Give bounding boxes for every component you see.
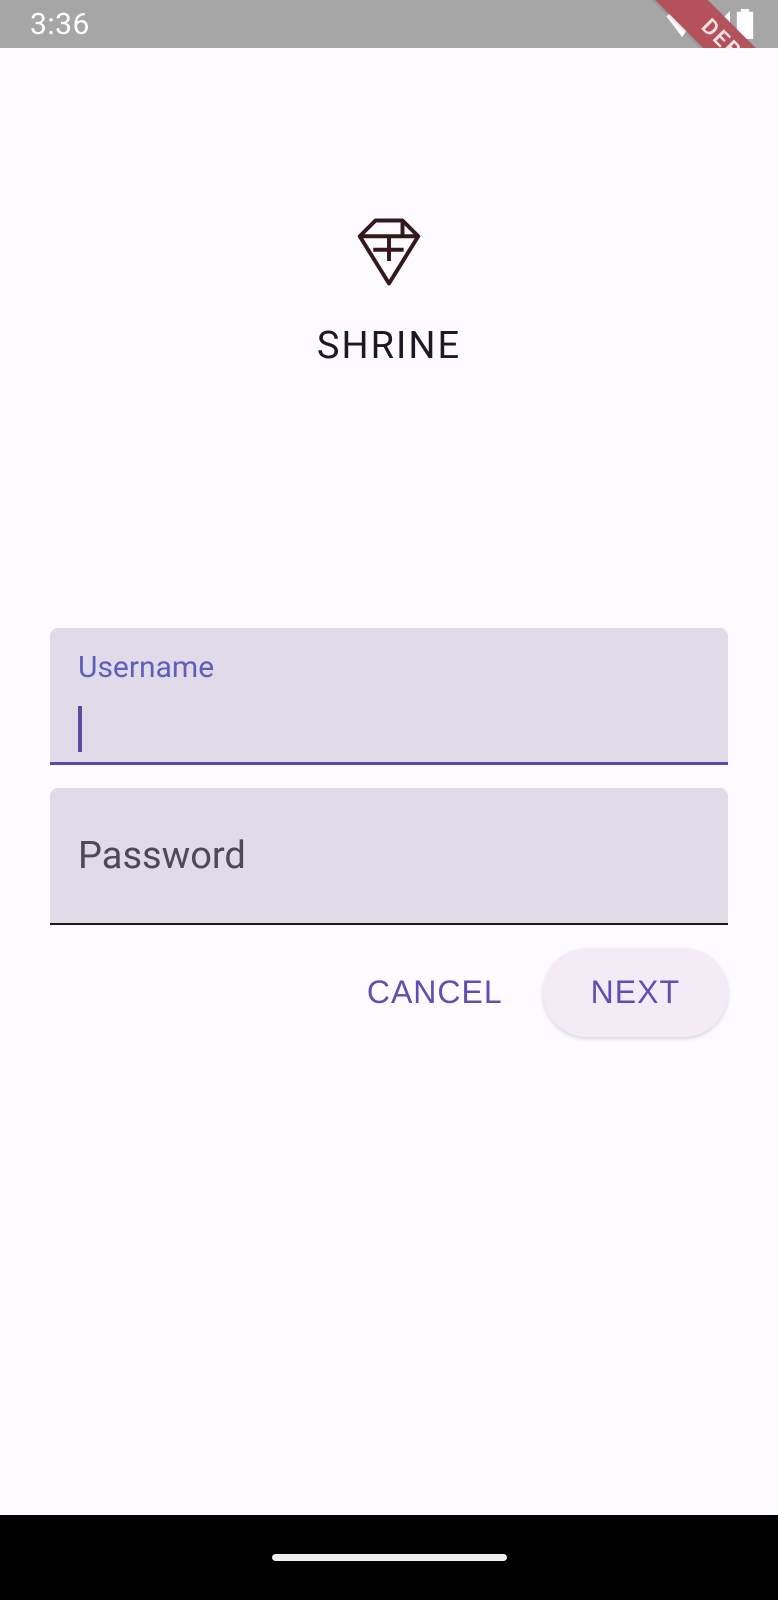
button-row: CANCEL NEXT [50, 948, 728, 1037]
username-field[interactable]: Username [50, 628, 728, 765]
logo-block: SHRINE [50, 216, 728, 368]
login-form: Username Password CANCEL NEXT [50, 628, 728, 1037]
android-status-bar: 3:36 [0, 0, 778, 48]
status-time: 3:36 [30, 7, 90, 42]
cancel-button[interactable]: CANCEL [339, 954, 531, 1031]
app-name: SHRINE [317, 324, 461, 368]
diamond-icon [353, 216, 425, 288]
gesture-handle[interactable] [272, 1554, 507, 1561]
login-screen: SHRINE Username Password CANCEL NEXT [0, 48, 778, 1515]
username-label: Username [78, 650, 214, 685]
android-nav-bar [0, 1515, 778, 1600]
next-button[interactable]: NEXT [543, 948, 728, 1037]
password-field[interactable]: Password [50, 788, 728, 925]
